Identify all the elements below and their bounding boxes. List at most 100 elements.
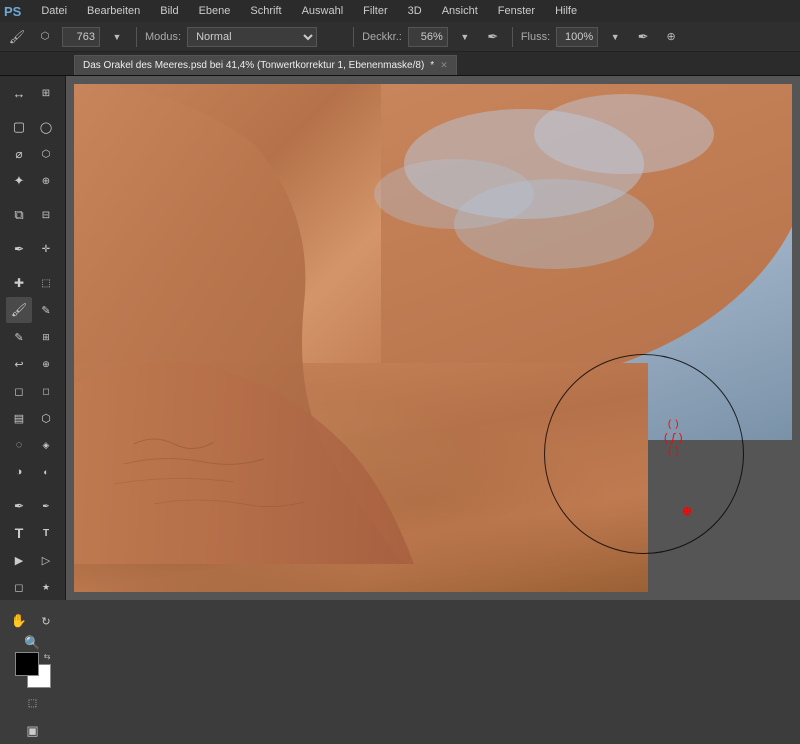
bg-eraser-btn[interactable]: ◻ <box>33 378 59 404</box>
color-swatches: ⇆ ⬚ ▣ <box>15 652 51 744</box>
pen-tools: ✒ ✒ <box>6 493 59 519</box>
custom-shape-btn[interactable]: ★ <box>33 574 59 600</box>
airbrush-toggle[interactable]: ✒ <box>632 26 654 48</box>
quick-mask-btn[interactable]: ⬚ <box>20 690 46 716</box>
blur-btn[interactable]: ◌ <box>6 432 32 458</box>
brush-ind-paren-close-1: ) <box>675 419 678 430</box>
brush-tools: 🖌 ✎ <box>6 297 59 323</box>
zoom-btn[interactable]: 🔍 <box>20 635 46 651</box>
lasso-btn[interactable]: ⌀ <box>6 141 32 167</box>
artboard-tool-btn[interactable]: ⊞ <box>33 80 59 106</box>
pressure-size-icon[interactable]: ⊕ <box>660 26 682 48</box>
rotate-view-btn[interactable]: ↻ <box>33 608 59 634</box>
direct-select-btn[interactable]: ▷ <box>33 547 59 573</box>
wand-btn[interactable]: ✦ <box>6 168 32 194</box>
brush-ind-paren-close-2: ) <box>679 432 683 444</box>
tab-close-btn[interactable]: ✕ <box>440 60 448 71</box>
heal-btn[interactable]: ✚ <box>6 270 32 296</box>
ps-logo: PS <box>4 4 21 19</box>
ellipse-marquee-btn[interactable]: ◯ <box>33 114 59 140</box>
path-tools: ▶ ▷ <box>6 547 59 573</box>
menu-auswahl[interactable]: Auswahl <box>298 5 348 17</box>
canvas-content: ( ) ( ʃ ) ( ) ⊕ <box>74 84 792 592</box>
gradient-btn[interactable]: ▤ <box>6 405 32 431</box>
brush-btn[interactable]: 🖌 <box>6 297 32 323</box>
clone-tools: ✎ ⊞ <box>6 324 59 350</box>
left-toolbar: ↔ ⊞ ▢ ◯ ⌀ ⬡ ✦ ⊕ ⧉ ⊟ ✒ ✛ ✚ ⬚ 🖌 ✎ ✎ ⊞ ↩ ⊕ … <box>0 76 66 600</box>
shape-btn[interactable]: ◻ <box>6 574 32 600</box>
path-select-btn[interactable]: ▶ <box>6 547 32 573</box>
pen-btn[interactable]: ✒ <box>6 493 32 519</box>
eraser-btn[interactable]: ◻ <box>6 378 32 404</box>
skin-texture <box>74 363 648 592</box>
art-history-btn[interactable]: ⊕ <box>33 351 59 377</box>
document-tab[interactable]: Das Orakel des Meeres.psd bei 41,4% (Ton… <box>74 55 457 75</box>
brush-ind-s-char: ʃ <box>672 432 675 444</box>
type-tools: T T <box>6 520 59 546</box>
history-tools: ↩ ⊕ <box>6 351 59 377</box>
slice-btn[interactable]: ⊟ <box>33 202 59 228</box>
history-brush-btn[interactable]: ↩ <box>6 351 32 377</box>
pencil-btn[interactable]: ✎ <box>33 297 59 323</box>
menu-schrift[interactable]: Schrift <box>246 5 285 17</box>
eyedropper-btn[interactable]: ✒ <box>6 236 32 262</box>
tonal-tools: ◑ ◐ <box>6 459 59 485</box>
move-tool-btn[interactable]: ↔ <box>6 80 32 106</box>
menu-ebene[interactable]: Ebene <box>195 5 235 17</box>
rect-marquee-btn[interactable]: ▢ <box>6 114 32 140</box>
brush-preset-picker[interactable]: ⬡ <box>34 26 56 48</box>
opacity-input[interactable] <box>408 27 448 47</box>
fg-bg-swatches[interactable]: ⇆ <box>15 652 51 688</box>
menu-3d[interactable]: 3D <box>404 5 426 17</box>
shape-tools: ◻ ★ <box>6 574 59 600</box>
brush-size-arrow[interactable]: ▼ <box>106 26 128 48</box>
sharpen-btn[interactable]: ◈ <box>33 432 59 458</box>
brush-ind-row-3: ( ) <box>668 446 679 457</box>
sep2 <box>353 27 354 47</box>
mode-select[interactable]: Normal <box>187 27 317 47</box>
vertical-text-btn[interactable]: T <box>33 520 59 546</box>
menu-bild[interactable]: Bild <box>156 5 182 17</box>
menu-filter[interactable]: Filter <box>359 5 391 17</box>
lasso-tools: ⌀ ⬡ <box>6 141 59 167</box>
fill-tools: ▤ ⬡ <box>6 405 59 431</box>
brush-ind-paren-open-1: ( <box>668 419 671 430</box>
foreground-color-swatch[interactable] <box>15 652 39 676</box>
flow-arrow[interactable]: ▼ <box>604 26 626 48</box>
paint-bucket-btn[interactable]: ⬡ <box>33 405 59 431</box>
crop-btn[interactable]: ⧉ <box>6 202 32 228</box>
clone-btn[interactable]: ✎ <box>6 324 32 350</box>
brush-ind-row-1: ( ) <box>668 419 679 430</box>
opacity-arrow[interactable]: ▼ <box>454 26 476 48</box>
menu-datei[interactable]: Datei <box>37 5 71 17</box>
flow-input[interactable] <box>556 27 598 47</box>
dodge-btn[interactable]: ◑ <box>6 459 32 485</box>
brush-size-input[interactable]: 763 <box>62 27 100 47</box>
brush-ind-row-2: ( ʃ ) <box>664 432 683 444</box>
tab-modified: * <box>430 60 434 71</box>
menu-bearbeiten[interactable]: Bearbeiten <box>83 5 144 17</box>
canvas-area[interactable]: ( ) ( ʃ ) ( ) ⊕ <box>66 76 800 600</box>
brush-crosshair: ⊕ <box>682 504 692 518</box>
menu-fenster[interactable]: Fenster <box>494 5 539 17</box>
eraser-tools: ◻ ◻ <box>6 378 59 404</box>
swap-colors-btn[interactable]: ⇆ <box>44 652 51 661</box>
hand-btn[interactable]: ✋ <box>6 608 32 634</box>
mode-arrow[interactable] <box>323 26 345 48</box>
text-btn[interactable]: T <box>6 520 32 546</box>
menu-hilfe[interactable]: Hilfe <box>551 5 581 17</box>
brush-ind-paren-open-3: ( <box>668 446 671 457</box>
poly-lasso-btn[interactable]: ⬡ <box>33 141 59 167</box>
freeform-pen-btn[interactable]: ✒ <box>33 493 59 519</box>
color-sampler-btn[interactable]: ✛ <box>33 236 59 262</box>
patch-btn[interactable]: ⬚ <box>33 270 59 296</box>
mode-label: Modus: <box>145 31 181 43</box>
opacity-label: Deckkr.: <box>362 31 402 43</box>
pattern-stamp-btn[interactable]: ⊞ <box>33 324 59 350</box>
burn-btn[interactable]: ◐ <box>33 459 59 485</box>
opacity-airbrush-icon[interactable]: ✒ <box>482 26 504 48</box>
quick-sel-btn[interactable]: ⊕ <box>33 168 59 194</box>
brush-tool-icon[interactable]: 🖌 <box>6 26 28 48</box>
menu-ansicht[interactable]: Ansicht <box>438 5 482 17</box>
screen-mode-btn[interactable]: ▣ <box>20 718 46 744</box>
